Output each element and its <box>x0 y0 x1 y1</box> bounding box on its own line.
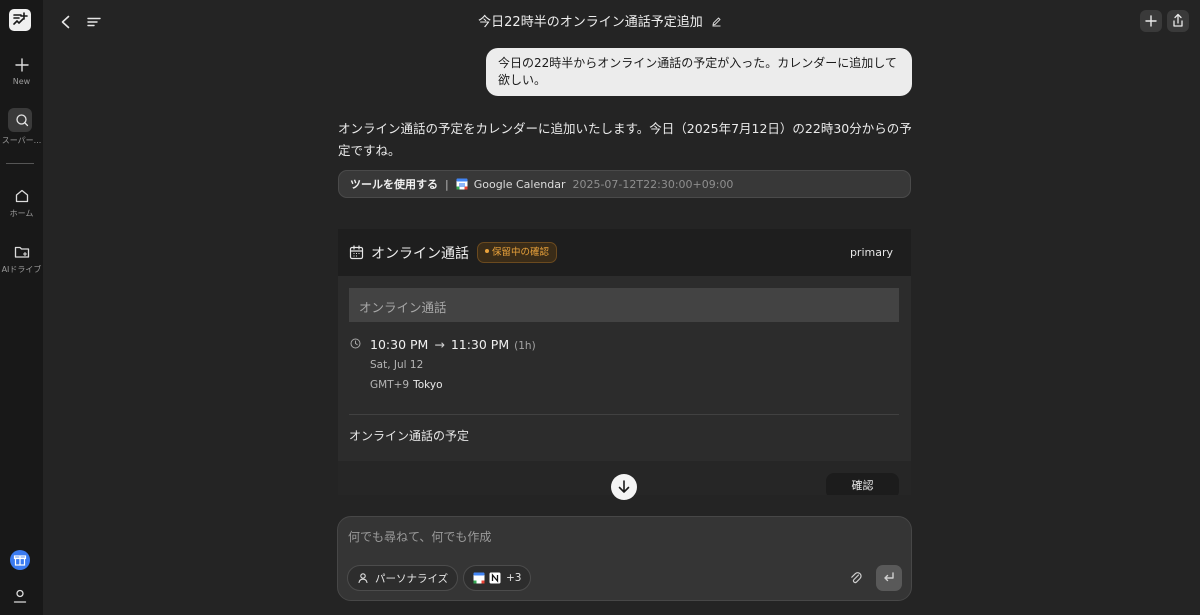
timezone-offset: GMT+9 <box>370 379 410 391</box>
paperclip-icon[interactable] <box>848 570 864 586</box>
user-profile-icon[interactable] <box>11 587 29 605</box>
notion-icon <box>489 572 501 584</box>
home-icon <box>15 189 28 203</box>
calendar-event-card: オンライン通話 保留中の確認 primary オンライン通話 10:30 PM →… <box>338 229 911 495</box>
new-chat-button[interactable] <box>1140 10 1162 32</box>
event-card-header: オンライン通話 保留中の確認 primary <box>338 229 911 276</box>
edit-pencil-icon[interactable] <box>711 16 722 27</box>
event-date: Sat, Jul 12 <box>370 359 424 371</box>
google-calendar-icon <box>473 572 485 584</box>
event-duration: (1h) <box>514 340 536 352</box>
card-divider <box>349 414 899 415</box>
folder-icon <box>14 246 29 258</box>
page-title[interactable]: 今日22時半のオンライン通話予定追加 <box>0 11 1200 30</box>
tool-use-label: ツールを使用する <box>350 178 438 191</box>
event-time-range: 10:30 PM → 11:30 PM (1h) <box>370 337 536 352</box>
sidebar-item-home[interactable]: ホーム <box>0 187 43 219</box>
calendar-icon <box>349 245 364 260</box>
personalize-button[interactable]: パーソナライズ <box>347 565 459 591</box>
extra-tools-count: +3 <box>506 572 522 584</box>
sidebar-item-label: ホーム <box>9 209 34 218</box>
message-input[interactable] <box>348 527 828 547</box>
personalize-label: パーソナライズ <box>375 572 449 585</box>
status-badge-text: 保留中の確認 <box>492 247 550 258</box>
timezone-city: Tokyo <box>413 379 443 391</box>
event-name-field[interactable]: オンライン通話 <box>349 288 899 322</box>
tool-separator: | <box>445 177 449 191</box>
sidebar-divider <box>6 163 34 164</box>
plus-icon <box>1145 15 1157 27</box>
super-agent-icon <box>15 114 28 127</box>
enter-arrow-icon <box>884 572 894 582</box>
title-text: 今日22時半のオンライン通話予定追加 <box>478 15 703 30</box>
calendar-name: primary <box>849 246 893 259</box>
gift-icon[interactable] <box>10 550 30 570</box>
sidebar-item-label: AIドライブ <box>1 265 42 274</box>
confirm-button[interactable]: 確認 <box>826 473 899 495</box>
time-arrow: → <box>434 337 445 352</box>
sidebar-item-new[interactable]: New <box>0 56 43 86</box>
event-description: オンライン通話の予定 <box>349 429 470 443</box>
sidebar-item-label: スーパー... <box>1 136 42 145</box>
start-time: 10:30 PM <box>370 337 429 352</box>
message-composer: パーソナライズ +3 <box>337 516 912 601</box>
tool-timestamp: 2025-07-12T22:30:00+09:00 <box>572 177 734 191</box>
tool-usage-bar[interactable]: ツールを使用する | Google Calendar 2025-07-12T22… <box>338 170 911 198</box>
sidebar-item-label: New <box>12 77 31 86</box>
end-time: 11:30 PM <box>450 337 510 352</box>
assistant-message: オンライン通話の予定をカレンダーに追加いたします。今日（2025年7月12日）の… <box>338 121 912 158</box>
plus-icon <box>14 58 29 72</box>
status-badge: 保留中の確認 <box>477 242 558 263</box>
scroll-to-bottom-button[interactable] <box>611 474 637 500</box>
clock-icon <box>350 338 361 349</box>
event-title: オンライン通話 <box>371 246 469 262</box>
tool-service-name: Google Calendar <box>473 177 566 191</box>
sidebar: New スーパー... ホーム AIドライブ <box>0 0 43 615</box>
arrow-down-icon <box>618 480 630 493</box>
connected-tools-button[interactable]: +3 <box>463 565 532 591</box>
user-message-bubble: 今日の22時半からオンライン通話の予定が入った。カレンダーに追加して欲しい。 <box>486 48 912 96</box>
google-calendar-icon <box>456 178 468 190</box>
share-icon <box>1173 13 1183 27</box>
share-button[interactable] <box>1167 10 1189 32</box>
person-icon <box>358 573 368 584</box>
sidebar-item-ai-drive[interactable]: AIドライブ <box>0 243 43 275</box>
sidebar-item-super-agent[interactable]: スーパー... <box>0 111 43 146</box>
send-button[interactable] <box>876 565 902 591</box>
event-timezone: GMT+9 Tokyo <box>370 379 443 391</box>
